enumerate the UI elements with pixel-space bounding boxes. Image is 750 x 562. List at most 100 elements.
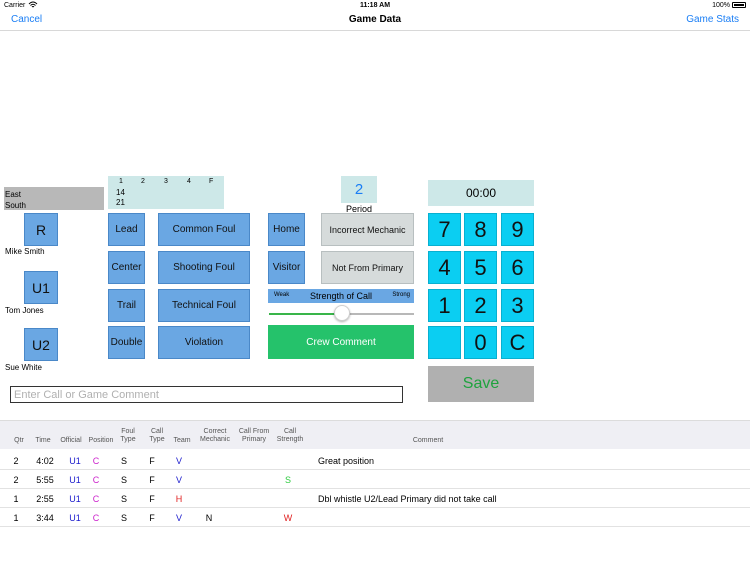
column-header: Foul Type: [120, 428, 136, 443]
keypad-clear[interactable]: C: [501, 326, 534, 359]
team-name-south: South: [5, 201, 26, 210]
keypad-5[interactable]: 5: [464, 251, 497, 284]
cell-foul-type: S: [120, 475, 127, 485]
keypad-3[interactable]: 3: [501, 289, 534, 322]
cell-comment: Great position: [318, 456, 375, 466]
strength-slider-fill: [269, 313, 342, 315]
column-header: Correct Mechanic: [200, 428, 230, 443]
position-button-trail[interactable]: Trail: [108, 289, 145, 322]
official-name: Mike Smith: [5, 247, 45, 256]
foul-button-technical[interactable]: Technical Foul: [158, 289, 250, 322]
keypad-8[interactable]: 8: [464, 213, 497, 246]
cell-position: C: [92, 513, 100, 523]
official-button-r[interactable]: R: [24, 213, 58, 246]
status-bar: Carrier 11:18 AM 100%: [0, 0, 750, 12]
strength-strong-label: Strong: [392, 292, 410, 298]
official-button-u2[interactable]: U2: [24, 328, 58, 361]
quarter-scores: 1 2 3 4 F 14 21: [108, 176, 224, 209]
quarter-header: 2: [141, 178, 145, 185]
official-button-u1[interactable]: U1: [24, 271, 58, 304]
column-header: Call From Primary: [238, 428, 270, 443]
column-header: Call Type: [149, 428, 165, 443]
crew-comment-button[interactable]: Crew Comment: [268, 325, 414, 359]
cell-foul-type: S: [120, 513, 127, 523]
page-title: Game Data: [348, 14, 402, 25]
not-from-primary-button[interactable]: Not From Primary: [321, 251, 414, 284]
cell-call-type: F: [149, 494, 155, 504]
calls-table-header: Qtr Time Official Position Foul Type Cal…: [0, 420, 750, 449]
comment-input[interactable]: [10, 386, 403, 403]
position-button-double[interactable]: Double: [108, 326, 145, 359]
cell-official: U1: [69, 456, 81, 466]
team-button-visitor[interactable]: Visitor: [268, 251, 305, 284]
keypad-1[interactable]: 1: [428, 289, 461, 322]
column-header: Official: [60, 437, 82, 444]
foul-button-shooting[interactable]: Shooting Foul: [158, 251, 250, 284]
quarter-header: 4: [187, 178, 191, 185]
table-row[interactable]: 1 3:44 U1 C S F V N W: [0, 508, 750, 527]
column-header: Position: [88, 437, 114, 444]
keypad-blank[interactable]: [428, 326, 461, 359]
position-button-lead[interactable]: Lead: [108, 213, 145, 246]
period-value[interactable]: 2: [341, 176, 377, 203]
keypad-7[interactable]: 7: [428, 213, 461, 246]
game-clock: 00:00: [428, 180, 534, 206]
cell-position: C: [92, 475, 100, 485]
cell-strength: S: [284, 475, 291, 485]
table-row[interactable]: 2 4:02 U1 C S F V Great position: [0, 451, 750, 470]
score-row-south: 21: [116, 198, 125, 207]
quarter-header: F: [209, 178, 214, 185]
battery-percent: 100%: [712, 2, 730, 9]
cell-team: V: [175, 513, 182, 523]
cell-official: U1: [69, 513, 81, 523]
column-header: Comment: [412, 437, 444, 444]
column-header: Call Strength: [276, 428, 304, 443]
score-row-east: 14: [116, 188, 125, 197]
strength-slider-handle[interactable]: [334, 305, 350, 321]
quarter-header: 1: [119, 178, 123, 185]
keypad-4[interactable]: 4: [428, 251, 461, 284]
team-button-home[interactable]: Home: [268, 213, 305, 246]
game-stats-button[interactable]: Game Stats: [686, 14, 739, 25]
position-button-center[interactable]: Center: [108, 251, 145, 284]
cell-official: U1: [69, 494, 81, 504]
cell-time: 4:02: [36, 456, 54, 466]
cell-call-type: F: [149, 513, 155, 523]
column-header: Time: [35, 437, 51, 444]
status-time: 11:18 AM: [359, 2, 391, 9]
cell-qtr: 2: [13, 475, 19, 485]
table-row[interactable]: 1 2:55 U1 C S F H Dbl whistle U2/Lead Pr…: [0, 489, 750, 508]
table-row[interactable]: 2 5:55 U1 C S F V S: [0, 470, 750, 489]
cell-position: C: [92, 456, 100, 466]
cell-qtr: 1: [13, 494, 19, 504]
cell-call-type: F: [149, 475, 155, 485]
cell-foul-type: S: [120, 456, 127, 466]
cell-mechanic: N: [205, 513, 213, 523]
keypad-2[interactable]: 2: [464, 289, 497, 322]
cell-strength: W: [283, 513, 293, 523]
period-label: Period: [345, 204, 372, 214]
keypad-6[interactable]: 6: [501, 251, 534, 284]
cell-comment: Dbl whistle U2/Lead Primary did not take…: [318, 494, 497, 504]
foul-button-common[interactable]: Common Foul: [158, 213, 250, 246]
cell-time: 2:55: [36, 494, 54, 504]
incorrect-mechanic-button[interactable]: Incorrect Mechanic: [321, 213, 414, 246]
quarter-header: 3: [164, 178, 168, 185]
cell-qtr: 2: [13, 456, 19, 466]
column-header: Team: [173, 437, 191, 444]
cell-qtr: 1: [13, 513, 19, 523]
keypad-0[interactable]: 0: [464, 326, 497, 359]
column-header: Qtr: [14, 437, 24, 444]
cell-team: V: [175, 475, 182, 485]
official-name: Tom Jones: [5, 306, 44, 315]
save-button[interactable]: Save: [428, 366, 534, 402]
foul-button-violation[interactable]: Violation: [158, 326, 250, 359]
cell-team: V: [175, 456, 182, 466]
keypad-9[interactable]: 9: [501, 213, 534, 246]
cell-time: 5:55: [36, 475, 54, 485]
cell-call-type: F: [149, 456, 155, 466]
cell-official: U1: [69, 475, 81, 485]
cell-foul-type: S: [120, 494, 127, 504]
cell-position: C: [92, 494, 100, 504]
strength-of-call-bar: Weak Strength of Call Strong: [268, 289, 414, 303]
